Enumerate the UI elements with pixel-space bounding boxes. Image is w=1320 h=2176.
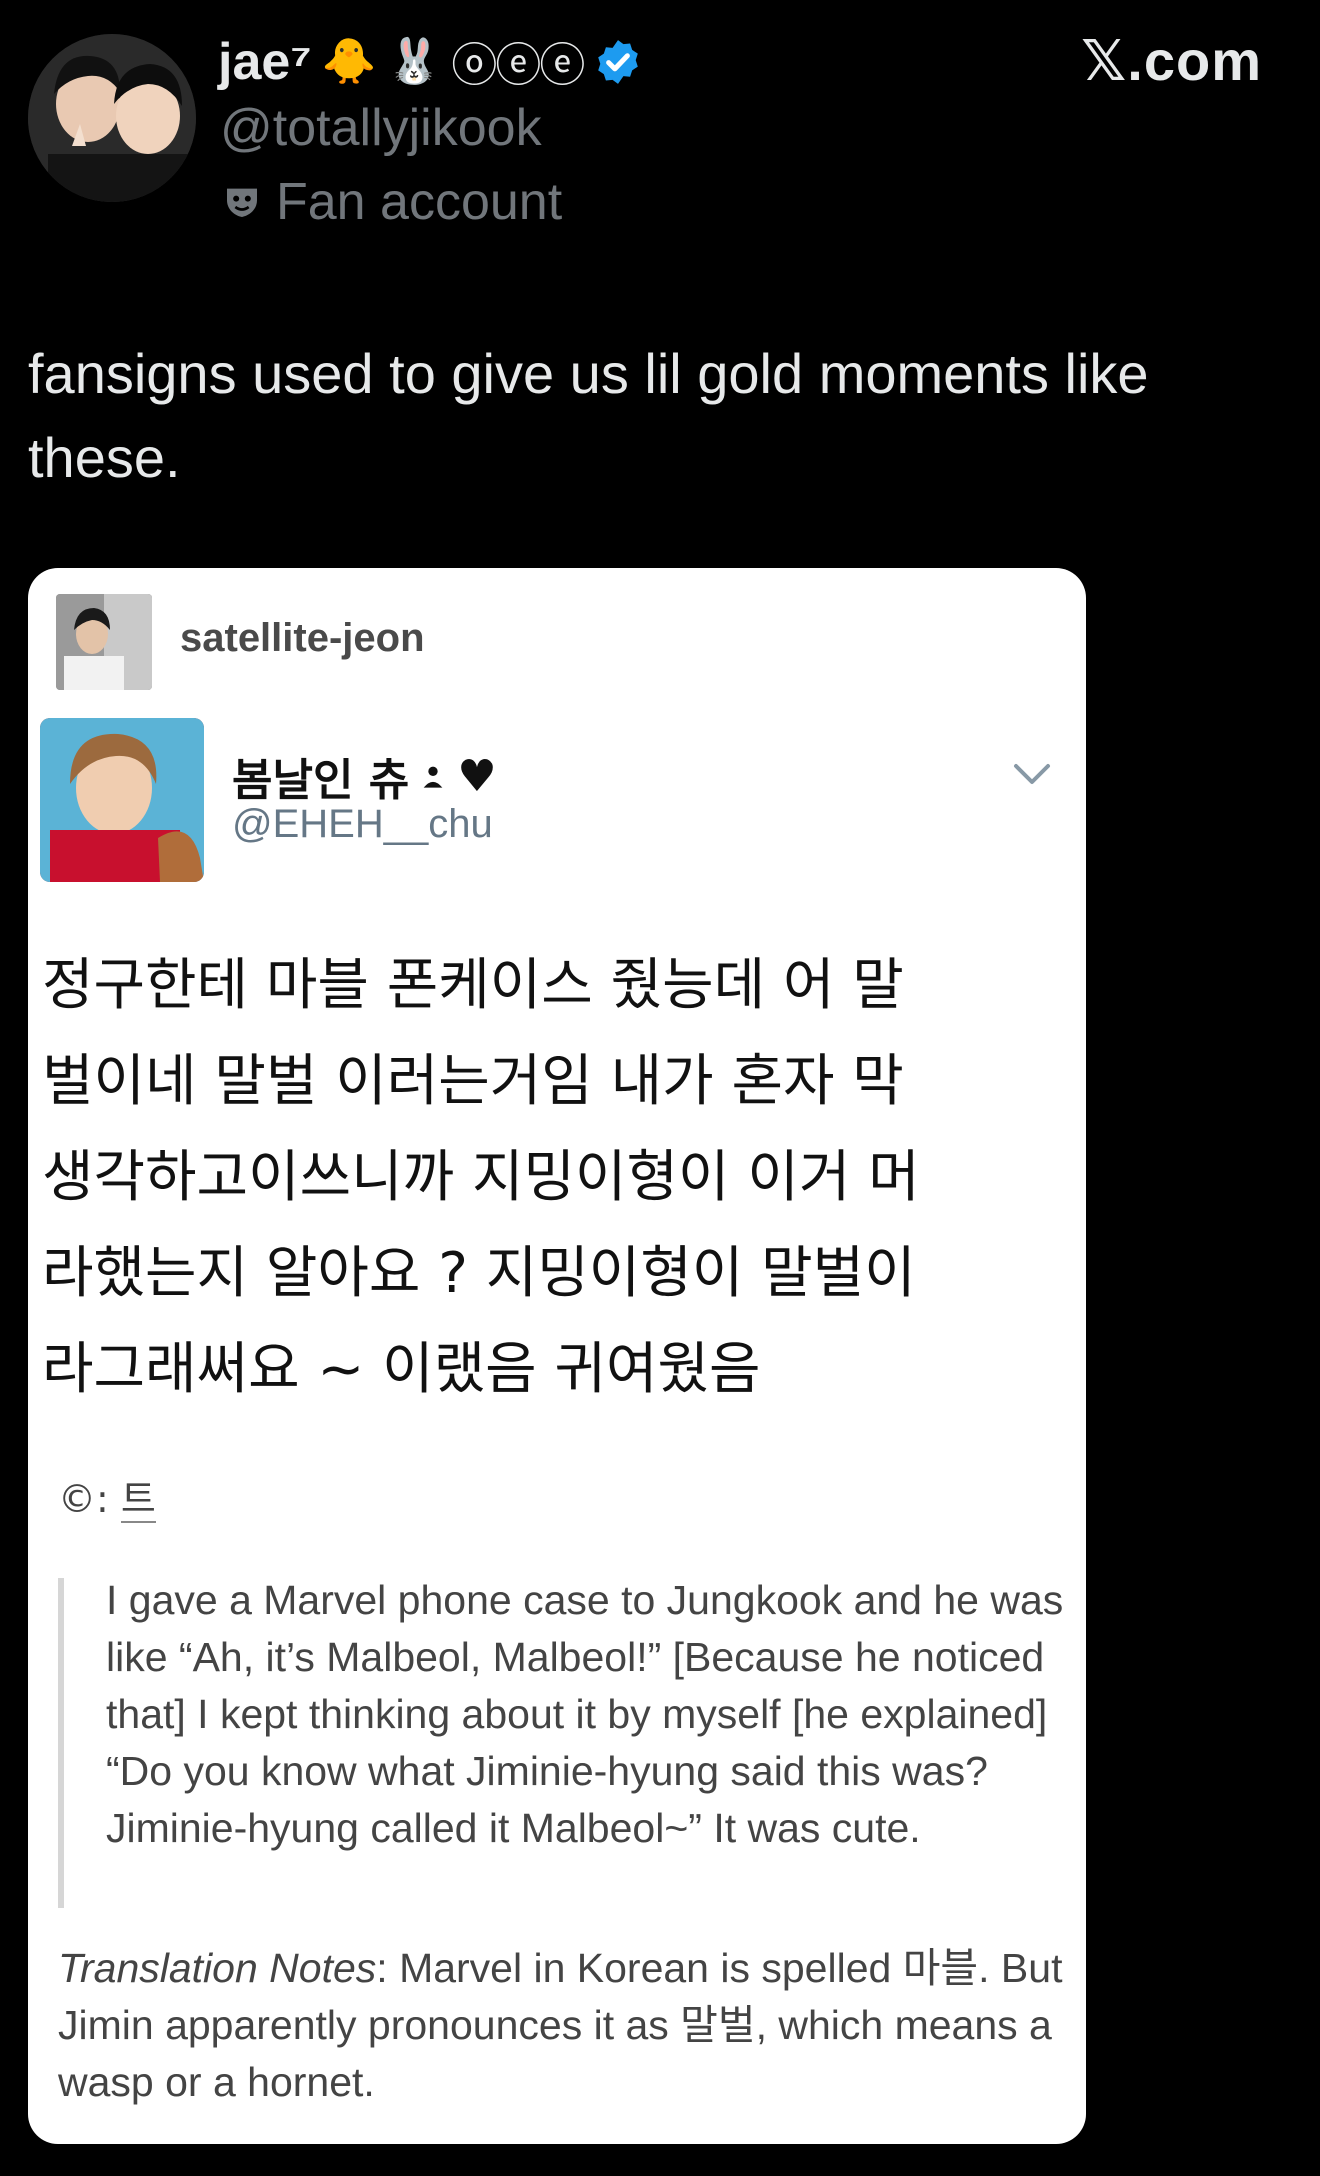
korean-line: 정구한테 마블 폰케이스 줬능데 어 말 <box>42 953 904 1018</box>
translation-quote: I gave a Marvel phone case to Jungkook a… <box>106 1577 1064 1851</box>
reblogger-avatar <box>56 594 152 690</box>
source-author-handle: @EHEH__chu <box>232 802 493 846</box>
credit-prefix: ©: <box>58 1477 121 1521</box>
source-author-name-row: 봄날인 츄 ♥ <box>232 744 497 808</box>
korean-line: 라했는지 알아요 ? 지밍이형이 말벌이 <box>42 1241 916 1306</box>
notes-label: Translation Notes <box>58 1945 377 1991</box>
display-name[interactable]: jae⁷ <box>218 32 312 92</box>
quote-bar <box>58 1578 64 1908</box>
korean-line: 라그래써요 ~ 이랬음 귀여웠음 <box>42 1337 761 1402</box>
site-label: 𝕏.com <box>1081 29 1262 92</box>
verified-badge-icon[interactable] <box>593 37 643 87</box>
reblogger-username: satellite-jeon <box>180 616 425 660</box>
korean-line: 벌이네 말벌 이러는거임 내가 혼자 막 <box>42 1049 904 1114</box>
source-author-avatar <box>40 718 204 882</box>
korean-tweet-text: 정구한테 마블 폰케이스 줬능데 어 말 벌이네 말벌 이러는거임 내가 혼자 … <box>42 938 1062 1418</box>
chevron-down-icon <box>1014 764 1050 784</box>
post-text: fansigns used to give us lil gold moment… <box>28 342 1149 489</box>
heart-icon: ♥ <box>457 750 497 802</box>
person-icon <box>423 766 443 788</box>
profile-avatar[interactable] <box>28 34 196 202</box>
credit-source-link[interactable]: 트 <box>120 1477 156 1523</box>
credit-line: ©: 트 <box>58 1468 156 1523</box>
author-handle[interactable]: @totallyjikook <box>220 98 542 158</box>
source-author-name: 봄날인 츄 <box>232 755 410 806</box>
rabbit-emoji: 🐰 <box>386 37 442 86</box>
mask-icon <box>227 188 257 217</box>
chick-emoji: 🐥 <box>321 37 377 86</box>
embedded-image-card[interactable]: satellite-jeon 봄날인 츄 ♥ @EHEH__chu 정구한테 마… <box>28 568 1086 2144</box>
account-label: Fan account <box>222 172 562 232</box>
korean-line: 생각하고이쓰니까 지밍이형이 이거 머 <box>42 1145 920 1210</box>
fan-account-label: Fan account <box>276 173 563 231</box>
translation-notes: Translation Notes: Marvel in Korean is s… <box>58 1940 1068 2111</box>
circled-letters: ⓞⓔⓔ <box>451 38 585 92</box>
author-name-row: jae⁷ 🐥 🐰 ⓞⓔⓔ <box>218 30 643 94</box>
